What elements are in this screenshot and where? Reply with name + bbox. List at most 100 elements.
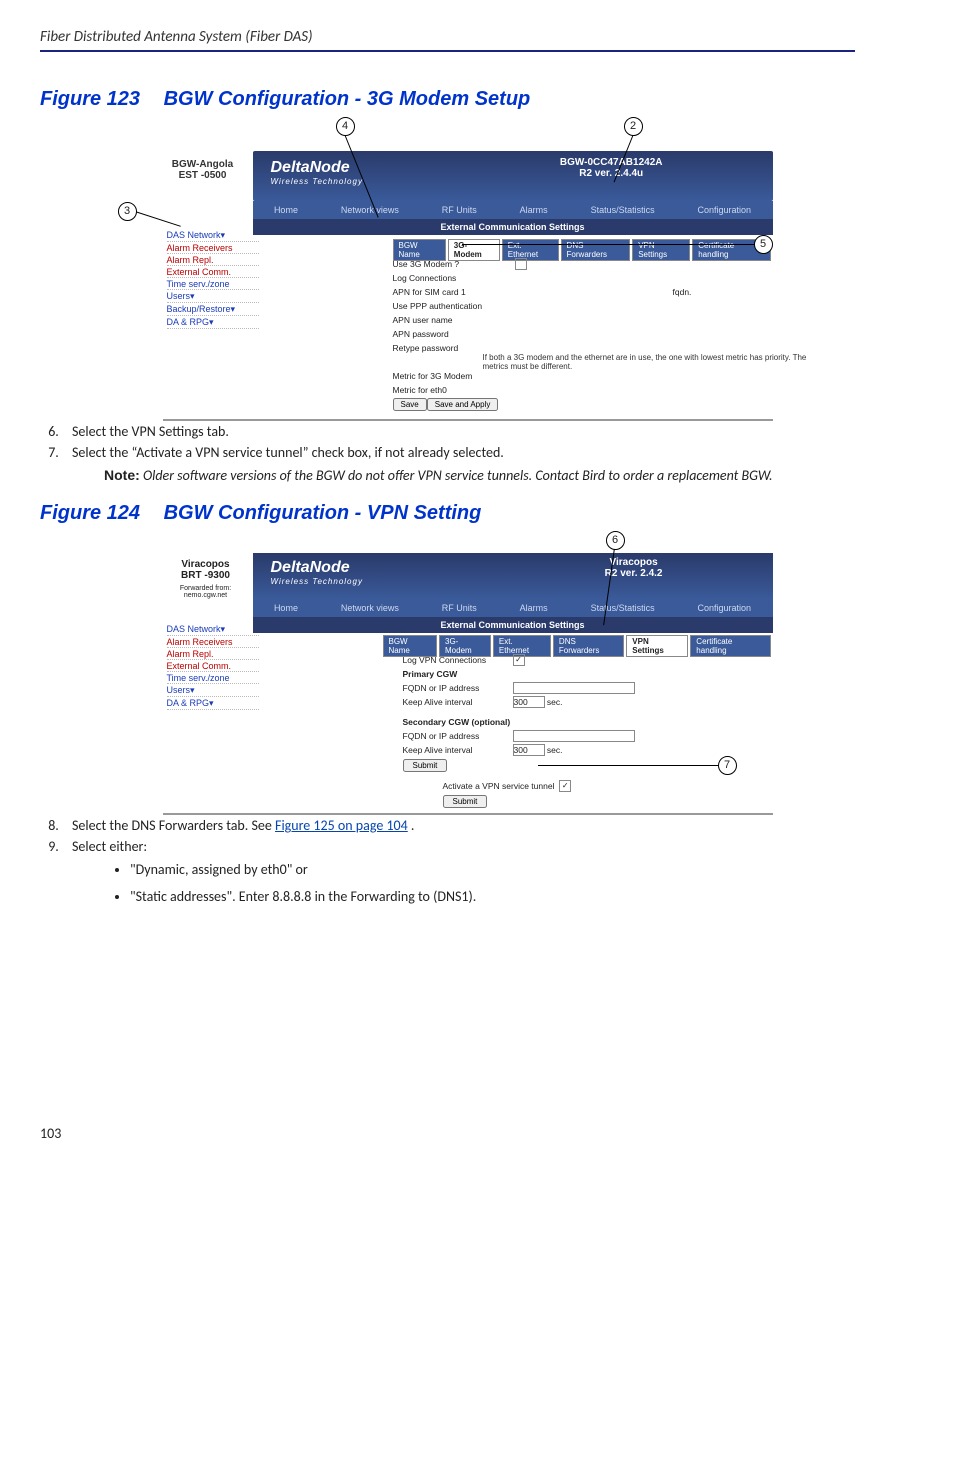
124-side-time[interactable]: Time serv./zone <box>167 673 259 684</box>
124-side-ext[interactable]: External Comm. <box>167 661 259 672</box>
chk-use3g[interactable] <box>515 258 527 270</box>
124-kai2: Keep Alive interval <box>403 745 513 755</box>
bgw-tz: EST -0500 <box>163 170 243 181</box>
brand-sub: Wireless Technology <box>271 177 363 186</box>
step-8-link[interactable]: Figure 125 on page 104 <box>275 817 408 834</box>
bgw-ver: R2 ver. 2.4.4u <box>560 168 663 179</box>
lab-meth: Metric for eth0 <box>393 385 513 395</box>
side-alarmrec[interactable]: Alarm Receivers <box>167 243 259 254</box>
lab-apn1: APN for SIM card 1 <box>393 287 513 297</box>
ribbon-title: External Communication Settings <box>253 219 773 235</box>
124-kai1: Keep Alive interval <box>403 697 513 707</box>
124-inp-kai1[interactable]: 300 <box>513 696 545 708</box>
nav-home[interactable]: Home <box>274 205 298 215</box>
bullet-static: "Static addresses". Enter 8.8.8.8 in the… <box>130 888 855 905</box>
nav-status[interactable]: Status/Statistics <box>591 205 655 215</box>
lab-apnp: APN password <box>393 329 513 339</box>
figure-123-title: BGW Configuration - 3G Modem Setup <box>164 88 531 110</box>
lab-apnu: APN user name <box>393 315 513 325</box>
124-side-users[interactable]: Users▾ <box>167 685 259 697</box>
124-bhead2: R2 ver. 2.4.2 <box>605 568 663 579</box>
nav-rf[interactable]: RF Units <box>442 205 477 215</box>
figure-124-screenshot: Viracopos BRT -9300 Forwarded from: nemo… <box>163 553 773 815</box>
callout-5: 5 <box>754 235 773 254</box>
callout-4: 4 <box>336 117 355 136</box>
btn-save-apply[interactable]: Save and Apply <box>427 398 499 411</box>
124-btn-submit2[interactable]: Submit <box>443 795 488 808</box>
124-fwd: Forwarded from: nemo.cgw.net <box>163 585 249 599</box>
val-apn1: fqdn. <box>673 287 692 297</box>
step-8b: . <box>411 817 415 834</box>
124-act: Activate a VPN service tunnel <box>443 781 555 791</box>
page-number: 103 <box>40 1125 855 1142</box>
124-btn-submit1[interactable]: Submit <box>403 759 448 772</box>
callout-7: 7 <box>718 756 737 775</box>
side-darpg[interactable]: DA & RPG▾ <box>167 317 259 329</box>
nav-config[interactable]: Configuration <box>697 205 751 215</box>
figure-123-number: Figure 123 <box>40 88 140 110</box>
figure-123-screenshot: BGW-Angola EST -0500 DeltaNodeWireless T… <box>163 139 773 421</box>
figure-124-caption: Figure 124 BGW Configuration - VPN Setti… <box>40 502 855 525</box>
brand: DeltaNode <box>271 159 350 176</box>
124-scgw: Secondary CGW (optional) <box>403 717 553 727</box>
124-brand: DeltaNode <box>271 559 350 576</box>
124-nav-rf[interactable]: RF Units <box>442 603 477 613</box>
124-nav-stat[interactable]: Status/Statistics <box>591 603 655 613</box>
124-ribbon: External Communication Settings <box>253 617 773 633</box>
124-device-name: Viracopos <box>163 559 249 570</box>
side-backup[interactable]: Backup/Restore▾ <box>167 304 259 316</box>
124-nav-net[interactable]: Network views <box>341 603 399 613</box>
124-nav-home[interactable]: Home <box>274 603 298 613</box>
lab-retp: Retype password <box>393 343 513 353</box>
124-tab-cert[interactable]: Certificate handling <box>690 635 770 657</box>
bullet-dynamic: "Dynamic, assigned by eth0" or <box>130 861 855 878</box>
124-brand-sub: Wireless Technology <box>271 577 363 586</box>
step-7: Select the “Activate a VPN service tunne… <box>62 444 855 461</box>
lab-m3g: Metric for 3G Modem <box>393 371 513 381</box>
124-fqdn1: FQDN or IP address <box>403 683 513 693</box>
note-metric: If both a 3G modem and the ethernet are … <box>483 353 823 371</box>
124-sec2: sec. <box>547 745 563 755</box>
step-8: Select the DNS Forwarders tab. See Figur… <box>62 817 855 834</box>
btn-save[interactable]: Save <box>393 398 427 411</box>
nav-network[interactable]: Network views <box>341 205 399 215</box>
side-time[interactable]: Time serv./zone <box>167 279 259 290</box>
124-side-ar[interactable]: Alarm Receivers <box>167 637 259 648</box>
124-inp-kai2[interactable]: 300 <box>513 744 545 756</box>
side-alarmrepl[interactable]: Alarm Repl. <box>167 255 259 266</box>
step-6: Select the VPN Settings tab. <box>62 423 855 440</box>
124-nav-alarm[interactable]: Alarms <box>520 603 548 613</box>
124-inp-fqdn1[interactable] <box>513 682 635 694</box>
124-side-arp[interactable]: Alarm Repl. <box>167 649 259 660</box>
124-inp-fqdn2[interactable] <box>513 730 635 742</box>
callout-2: 2 <box>624 117 643 136</box>
lab-use3g: Use 3G Modem ? <box>393 259 513 269</box>
124-side-das[interactable]: DAS Network▾ <box>167 624 259 636</box>
figure-124-number: Figure 124 <box>40 502 140 524</box>
124-fqdn2: FQDN or IP address <box>403 731 513 741</box>
124-pcgw: Primary CGW <box>403 669 513 679</box>
124-tab-vpn[interactable]: VPN Settings <box>626 635 688 657</box>
124-side-darpg[interactable]: DA & RPG▾ <box>167 698 259 710</box>
bgw-id: BGW-0CC47AB1242A <box>560 157 663 168</box>
figure-123-caption: Figure 123 BGW Configuration - 3G Modem … <box>40 88 855 111</box>
note-label: Note: <box>104 467 140 483</box>
note-text: Older software versions of the BGW do no… <box>143 467 773 484</box>
bgw-name-label: BGW-Angola <box>163 159 243 170</box>
lab-logc: Log Connections <box>393 273 513 283</box>
callout-3: 3 <box>118 202 137 221</box>
124-logv: Log VPN Connections <box>403 655 513 665</box>
page-header: Fiber Distributed Antenna System (Fiber … <box>40 28 855 52</box>
step-8a: Select the DNS Forwarders tab. See <box>72 817 275 834</box>
side-das[interactable]: DAS Network▾ <box>167 230 259 242</box>
124-nav-config[interactable]: Configuration <box>697 603 751 613</box>
124-device-tz: BRT -9300 <box>163 570 249 581</box>
lab-ppp: Use PPP authentication <box>393 301 513 311</box>
124-sec1: sec. <box>547 697 563 707</box>
side-users[interactable]: Users▾ <box>167 291 259 303</box>
side-extcomm[interactable]: External Comm. <box>167 267 259 278</box>
124-chk-logv[interactable]: ✓ <box>513 654 525 666</box>
step-9: Select either: <box>62 838 855 855</box>
nav-alarms[interactable]: Alarms <box>520 205 548 215</box>
124-chk-act[interactable]: ✓ <box>559 780 571 792</box>
